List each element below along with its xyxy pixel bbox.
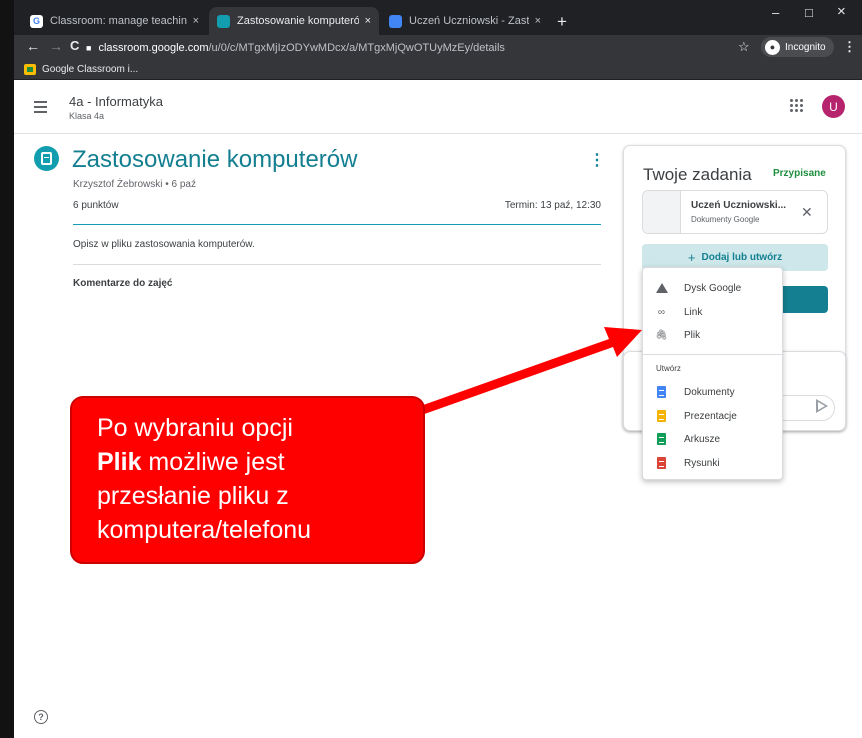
- attachment-name: Uczeń Uczniowski...: [691, 200, 787, 211]
- menu-item-file[interactable]: 🖇 Plik: [643, 325, 784, 345]
- menu-item-label: Plik: [684, 329, 701, 341]
- assignment-due: Termin: 13 paź, 12:30: [504, 200, 601, 211]
- paperclip-icon: 🖇: [655, 329, 668, 341]
- assignment-description: Opisz w pliku zastosowania komputerów.: [73, 239, 255, 250]
- menu-divider: [643, 354, 784, 355]
- maximize-button[interactable]: □: [805, 5, 813, 20]
- tab-close-icon[interactable]: ×: [365, 15, 371, 27]
- your-work-title: Twoje zadania: [643, 165, 752, 184]
- tab-assignment[interactable]: Zastosowanie komputerów ×: [209, 7, 379, 35]
- divider: [73, 224, 601, 225]
- menu-item-label: Dysk Google: [684, 282, 742, 294]
- menu-item-label: Arkusze: [684, 433, 721, 445]
- forward-icon[interactable]: →: [49, 38, 63, 54]
- classroom-bookmark-icon: [24, 64, 36, 75]
- class-section: Klasa 4a: [69, 111, 105, 121]
- link-icon: ∞: [657, 306, 666, 318]
- bookmark-star-icon[interactable]: ☆: [738, 39, 750, 55]
- callout-line: Plik możliwe jest: [97, 445, 423, 479]
- assignment-title: Zastosowanie komputerów: [72, 146, 358, 173]
- attachment-type: Dokumenty Google: [691, 215, 760, 224]
- menu-item-label: Dokumenty: [684, 386, 735, 398]
- classroom-header: 4a - Informatyka Klasa 4a U: [14, 80, 862, 134]
- assignment-meta: Krzysztof Żebrowski • 6 paź: [73, 179, 196, 190]
- url-host: classroom.google.com: [98, 41, 209, 54]
- tab-strip: G Classroom: manage teaching and × Zasto…: [14, 0, 862, 35]
- avatar[interactable]: U: [822, 95, 845, 118]
- help-icon[interactable]: ?: [34, 710, 48, 724]
- add-menu: Dysk Google ∞ Link 🖇 Plik Utwórz Dokumen…: [642, 267, 784, 480]
- class-name[interactable]: 4a - Informatyka: [69, 94, 163, 109]
- callout-line-rest: możliwe jest: [141, 448, 285, 476]
- tab-close-icon[interactable]: ×: [535, 15, 541, 27]
- add-or-create-label: Dodaj lub utwórz: [701, 252, 783, 263]
- url-path: /u/0/c/MTgxMjIzODYwMDcx/a/MTgxMjQwOTUyMz…: [208, 41, 505, 54]
- callout-bold: Plik: [97, 448, 142, 476]
- more-options-icon[interactable]: ⋮: [589, 150, 605, 170]
- classroom-icon: [217, 14, 230, 28]
- menu-item-drive[interactable]: Dysk Google: [643, 278, 784, 298]
- reload-icon[interactable]: C: [70, 38, 79, 53]
- tab-document[interactable]: Uczeń Uczniowski - Zastsosowan ×: [381, 7, 549, 35]
- browser-window: G Classroom: manage teaching and × Zasto…: [14, 0, 862, 738]
- tab-close-icon[interactable]: ×: [193, 15, 199, 27]
- apps-grid-icon[interactable]: [790, 99, 803, 112]
- attachment-thumbnail: [643, 191, 681, 233]
- callout-line: komputera/telefonu: [97, 516, 312, 544]
- browser-menu-icon[interactable]: ⋮: [843, 39, 856, 55]
- address-bar: ← → C ■ classroom.google.com /u/0/c/MTgx…: [14, 35, 862, 60]
- google-icon: G: [30, 14, 43, 28]
- menu-item-link[interactable]: ∞ Link: [643, 302, 784, 322]
- incognito-badge[interactable]: ● Incognito: [761, 37, 834, 57]
- back-icon[interactable]: ←: [26, 38, 40, 54]
- lock-icon: ■: [86, 42, 92, 53]
- annotation-callout: Po wybraniu opcji Plik możliwe jest prze…: [70, 396, 425, 564]
- menu-item-label: Prezentacje: [684, 410, 737, 422]
- assignment-icon: [34, 146, 59, 171]
- menu-item-label: Link: [684, 306, 703, 318]
- status-badge: Przypisane: [773, 168, 826, 179]
- menu-item-drawings[interactable]: Rysunki: [643, 453, 784, 473]
- bookmarks-bar: Google Classroom i...: [14, 60, 862, 80]
- new-tab-button[interactable]: +: [557, 12, 567, 32]
- slides-icon: [656, 410, 667, 422]
- menu-item-sheets[interactable]: Arkusze: [643, 429, 784, 449]
- send-icon[interactable]: [816, 399, 828, 413]
- callout-line: przesłanie pliku z: [97, 482, 289, 510]
- drive-icon: [655, 282, 668, 294]
- tab-title: Zastosowanie komputerów: [237, 15, 359, 27]
- drawings-icon: [656, 457, 667, 469]
- minimize-button[interactable]: –: [772, 5, 779, 20]
- class-comments-heading: Komentarze do zajęć: [73, 278, 173, 289]
- tab-classroom-home[interactable]: G Classroom: manage teaching and ×: [22, 7, 207, 35]
- menu-item-label: Rysunki: [684, 457, 720, 469]
- incognito-icon: ●: [765, 39, 780, 55]
- docs-icon: [656, 386, 667, 398]
- url-field[interactable]: ■ classroom.google.com /u/0/c/MTgxMjIzOD…: [86, 37, 666, 58]
- remove-attachment-icon[interactable]: ✕: [801, 204, 813, 221]
- divider: [73, 264, 601, 265]
- hamburger-menu-icon[interactable]: [34, 101, 47, 116]
- menu-item-docs[interactable]: Dokumenty: [643, 382, 784, 402]
- menu-item-slides[interactable]: Prezentacje: [643, 406, 784, 426]
- tab-title: Classroom: manage teaching and: [50, 15, 187, 27]
- docs-icon: [389, 14, 402, 28]
- tab-title: Uczeń Uczniowski - Zastsosowan: [409, 15, 529, 27]
- bookmark-classroom[interactable]: Google Classroom i...: [42, 64, 138, 75]
- incognito-label: Incognito: [785, 41, 826, 53]
- callout-line: Po wybraniu opcji: [97, 414, 293, 442]
- close-window-button[interactable]: ×: [837, 3, 846, 20]
- create-header: Utwórz: [656, 364, 681, 373]
- attachment-card[interactable]: Uczeń Uczniowski... Dokumenty Google ✕: [642, 190, 828, 234]
- plus-icon: +: [687, 250, 696, 265]
- sheets-icon: [656, 433, 667, 445]
